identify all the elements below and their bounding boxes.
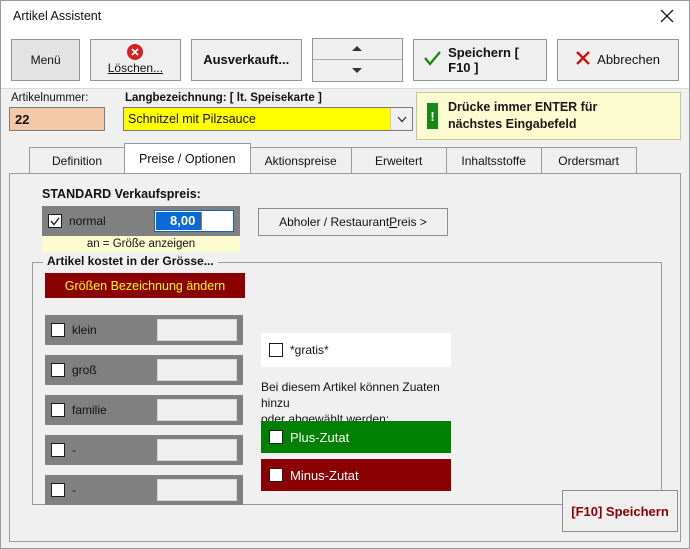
size-price-input-gross[interactable] [157, 359, 237, 381]
size-pricing-groupbox: Artikel kostet in der Grösse... Größen B… [32, 254, 662, 505]
size-row-klein: klein [45, 315, 243, 345]
cancel-button[interactable]: Abbrechen [557, 38, 679, 81]
minus-ingredient-label: Minus-Zutat [290, 467, 359, 483]
size-label-4: - [72, 443, 76, 457]
size-row-5: - [45, 475, 243, 505]
spinner-up-button[interactable] [312, 38, 403, 60]
size-price-input-familie[interactable] [157, 399, 237, 421]
minus-ingredient-button[interactable]: Minus-Zutat [261, 459, 451, 491]
tab-definition-label: Definition [51, 153, 103, 168]
size-checkbox-familie[interactable] [51, 403, 65, 417]
sold-out-button[interactable]: Ausverkauft... [190, 38, 302, 81]
plus-ingredient-button[interactable]: Plus-Zutat [261, 421, 451, 453]
save-button[interactable]: Speichern [ F10 ] [413, 38, 548, 81]
long-description-combo[interactable]: Schnitzel mit Pilzsauce [123, 107, 413, 131]
size-row-gross: groß [45, 355, 243, 385]
long-description-input[interactable]: Schnitzel mit Pilzsauce [124, 108, 390, 130]
normal-price-label: normal [69, 214, 106, 228]
record-spinner[interactable] [311, 37, 404, 82]
triangle-down-icon [352, 67, 363, 73]
size-label-5: - [72, 483, 76, 497]
hint-line-1: Drücke immer ENTER für [448, 100, 598, 115]
delete-button[interactable]: Löschen... [90, 38, 181, 81]
standard-price-input[interactable]: 8,00 [154, 210, 234, 232]
x-icon [576, 51, 590, 68]
long-description-field-group: Langbezeichnung: [ lt. Speisekarte ] Sch… [123, 92, 413, 143]
tab-preise-optionen-label: Preise / Optionen [139, 151, 236, 166]
long-description-label: Langbezeichnung: [ lt. Speisekarte ] [125, 92, 322, 104]
save-button-label: Speichern [ F10 ] [448, 44, 519, 75]
hint-box: ! Drücke immer ENTER für nächstes Eingab… [416, 92, 681, 140]
tab-ordersmart-label: Ordersmart [558, 153, 619, 168]
standard-price-title: STANDARD Verkaufspreis: [42, 187, 201, 201]
tab-strip: Definition Preise / Optionen Aktionsprei… [1, 143, 689, 173]
size-checkbox-gross[interactable] [51, 363, 65, 377]
takeaway-price-label-key: P [389, 215, 398, 229]
gratis-label: *gratis* [290, 343, 329, 357]
tab-preise-optionen[interactable]: Preise / Optionen [124, 143, 251, 173]
toolbar: Menü Löschen... Ausverkauft... Speichern… [1, 31, 689, 89]
tab-definition[interactable]: Definition [29, 147, 125, 173]
exclamation-icon: ! [427, 103, 438, 129]
article-number-label: Artikelnummer: [11, 92, 89, 104]
tab-aktionspreise-label: Aktionspreise [264, 153, 337, 168]
takeaway-price-label-post: reis > [397, 215, 427, 229]
article-assistant-window: Artikel Assistent Menü Löschen... Ausver… [0, 0, 690, 549]
delete-button-label: Löschen... [107, 61, 164, 75]
tab-erweitert[interactable]: Erweitert [350, 147, 447, 173]
menu-button-label: Menü [30, 52, 61, 67]
ingredient-note-line-1: Bei diesem Artikel können Zuaten hinzu [261, 380, 440, 411]
gratis-panel: *gratis* [261, 333, 451, 367]
title-bar: Artikel Assistent [1, 1, 689, 31]
article-number-input[interactable]: 22 [9, 107, 105, 131]
takeaway-restaurant-price-button[interactable]: Abholer / Restaurant Preis > [258, 208, 448, 236]
rename-sizes-button[interactable]: Größen Bezeichnung ändern [45, 273, 245, 298]
size-price-input-klein[interactable] [157, 319, 237, 341]
size-checkbox-5[interactable] [51, 483, 65, 497]
size-row-4: - [45, 435, 243, 465]
f10-save-button[interactable]: [F10] Speichern [562, 490, 678, 532]
tab-ordersmart[interactable]: Ordersmart [540, 147, 637, 173]
size-row-familie: familie [45, 395, 243, 425]
standard-price-value: 8,00 [156, 212, 203, 230]
normal-price-checkbox[interactable] [48, 214, 62, 228]
chevron-down-icon[interactable] [390, 108, 412, 130]
size-label-gross: groß [72, 363, 97, 377]
window-title: Artikel Assistent [13, 9, 102, 23]
field-row: Artikelnummer: 22 Langbezeichnung: [ lt.… [1, 89, 689, 143]
article-number-field-group: Artikelnummer: 22 [9, 92, 105, 143]
spinner-down-button[interactable] [312, 60, 403, 81]
tab-aktionspreise[interactable]: Aktionspreise [249, 147, 352, 173]
close-icon[interactable] [645, 1, 689, 31]
cancel-button-label: Abbrechen [597, 52, 661, 67]
size-price-input-5[interactable] [157, 479, 237, 501]
menu-button[interactable]: Menü [11, 38, 81, 81]
plus-ingredient-label: Plus-Zutat [290, 429, 350, 445]
takeaway-price-label-pre: Abholer / Restaurant [279, 215, 390, 229]
tab-page-preise-optionen: STANDARD Verkaufspreis: normal 8,00 an =… [9, 173, 681, 542]
triangle-up-icon [352, 46, 363, 52]
size-checkbox-klein[interactable] [51, 323, 65, 337]
size-label-familie: familie [72, 403, 107, 417]
gratis-checkbox[interactable] [269, 343, 283, 357]
delete-circle-icon [127, 44, 144, 60]
size-label-klein: klein [72, 323, 97, 337]
hint-line-2: nächstes Eingabefeld [448, 117, 577, 131]
tab-erweitert-label: Erweitert [374, 153, 423, 168]
tab-inhaltsstoffe-label: Inhaltsstoffe [461, 153, 526, 168]
hint-text: Drücke immer ENTER für nächstes Eingabef… [448, 99, 597, 133]
sold-out-button-label: Ausverkauft... [203, 52, 290, 67]
size-pricing-legend: Artikel kostet in der Grösse... [43, 254, 218, 268]
plus-ingredient-checkbox[interactable] [269, 430, 283, 444]
size-checkbox-4[interactable] [51, 443, 65, 457]
check-icon [424, 50, 441, 69]
size-display-note: an = Größe anzeigen [42, 236, 240, 252]
minus-ingredient-checkbox[interactable] [269, 468, 283, 482]
size-price-input-4[interactable] [157, 439, 237, 461]
normal-price-row: normal 8,00 [42, 206, 240, 236]
tab-inhaltsstoffe[interactable]: Inhaltsstoffe [445, 147, 542, 173]
